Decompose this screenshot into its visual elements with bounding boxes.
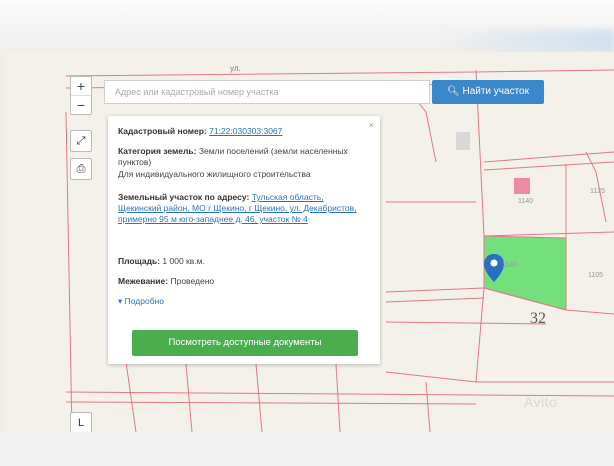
area-row: Площадь: 1 000 кв.м. [118, 256, 362, 267]
parcel-label-d: 1105 [588, 272, 604, 279]
cadastral-label: Кадастровый номер: [118, 126, 207, 136]
category-label: Категория земель: [118, 146, 197, 156]
print-button[interactable]: ⎙ [70, 158, 92, 180]
printer-icon: ⎙ [76, 163, 86, 175]
zoom-out-button[interactable]: − [71, 96, 91, 114]
street-label: ул. [230, 64, 241, 73]
corner-marker: L [77, 417, 85, 429]
block-number: 32 [530, 310, 546, 327]
close-icon[interactable]: × [369, 120, 374, 130]
avito-watermark: Avito [524, 394, 558, 410]
area-label: Площадь: [118, 256, 161, 266]
address-label: Земельный участок по адресу: [118, 192, 250, 202]
view-documents-button[interactable]: Посмотреть доступные документы [132, 330, 358, 356]
parcel-label-a: 1140 [518, 198, 534, 205]
bottom-area [0, 432, 614, 466]
parcel-label-c: 1140 [502, 262, 518, 269]
category-row: Категория земель: Земли поселений (земли… [118, 146, 362, 168]
cadastral-row: Кадастровый номер: 71:22:030303:3067 [118, 126, 362, 137]
fullscreen-button[interactable]: ⤢ [70, 130, 92, 152]
use-row: Для индивидуального жилищного строительс… [118, 169, 311, 179]
area-value: 1 000 кв.м. [162, 256, 205, 266]
survey-row: Межевание: Проведено [118, 276, 362, 287]
top-blur-accent [440, 30, 614, 52]
parcel-label-b: 1125 [590, 188, 606, 195]
find-parcel-label: Найти участок [462, 86, 529, 97]
parcel-info-popup: × Кадастровый номер: 71:22:030303:3067 К… [108, 116, 380, 364]
screenshot-frame: 1140 1125 1140 1105 32 ул. + − ⤢ ⎙ L Адр… [0, 0, 614, 466]
building [456, 132, 470, 150]
building-pink [514, 178, 530, 194]
zoom-in-button[interactable]: + [71, 77, 91, 96]
address-row: Земельный участок по адресу: Тульская об… [118, 192, 362, 225]
find-parcel-button[interactable]: 🔍︎ Найти участок [432, 80, 544, 104]
survey-value: Проведено [170, 276, 215, 286]
search-input[interactable]: Адрес или кадастровый номер участка [104, 80, 430, 104]
search-icon: 🔍︎ [447, 86, 460, 97]
expand-icon: ⤢ [76, 135, 86, 147]
details-toggle[interactable]: ▾ Подробно [118, 296, 362, 307]
cadastral-number-link[interactable]: 71:22:030303:3067 [209, 126, 282, 136]
corner-tool-button[interactable]: L [70, 412, 92, 434]
zoom-control: + − [70, 76, 92, 115]
survey-label: Межевание: [118, 276, 169, 286]
